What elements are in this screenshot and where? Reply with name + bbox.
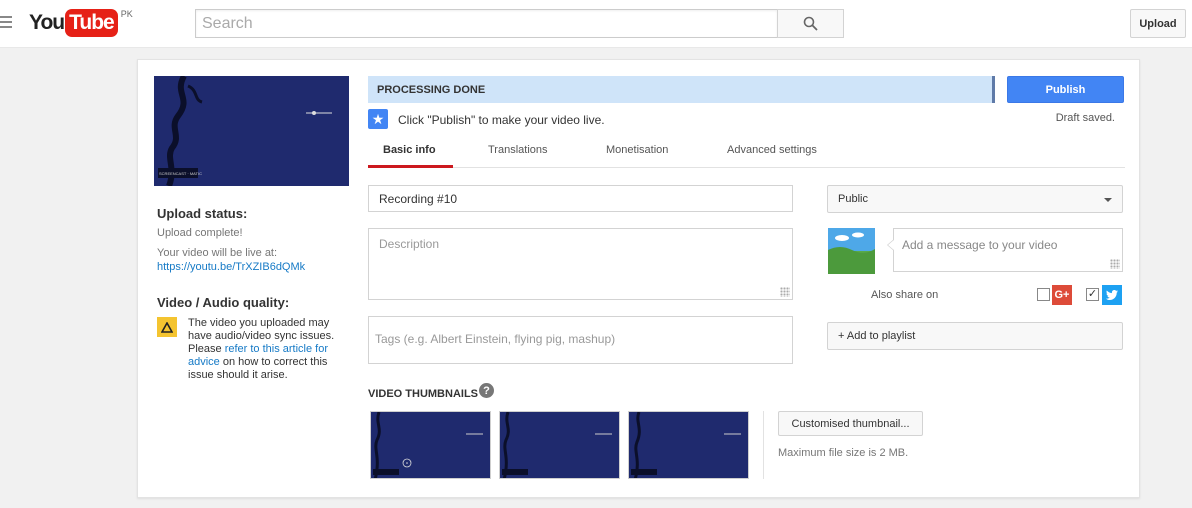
quality-title: Video / Audio quality: [157, 295, 290, 310]
upload-card: SCREENCAST · MATIC Upload status: Upload… [137, 59, 1140, 498]
upload-status-text: Upload complete! [157, 227, 243, 239]
thumbnail-divider [763, 411, 764, 479]
publish-hint-text: Click "Publish" to make your video live. [398, 113, 605, 127]
video-preview[interactable]: SCREENCAST · MATIC [154, 76, 349, 186]
active-tab-indicator [368, 165, 453, 168]
quality-warning: The video you uploaded may have audio/vi… [157, 317, 337, 397]
thumbnail-option-1[interactable] [370, 411, 491, 479]
warning-text: The video you uploaded may have audio/vi… [188, 317, 338, 382]
upload-status-title: Upload status: [157, 206, 248, 221]
tags-placeholder: Tags (e.g. Albert Einstein, flying pig, … [375, 332, 616, 346]
search-icon [803, 16, 818, 31]
twitter-icon [1102, 285, 1122, 305]
thumbnail-option-2[interactable] [499, 411, 620, 479]
draft-saved-text: Draft saved. [1055, 112, 1115, 124]
description-field[interactable]: Description [368, 228, 793, 300]
title-value: Recording #10 [379, 192, 458, 206]
title-field[interactable]: Recording #10 [368, 185, 793, 212]
add-to-playlist-button[interactable]: + Add to playlist [827, 322, 1123, 350]
privacy-dropdown[interactable]: Public [827, 185, 1123, 213]
max-file-size-text: Maximum file size is 2 MB. [778, 447, 909, 459]
thumbnails-title: VIDEO THUMBNAILS [368, 388, 478, 400]
thumbnail-option-3[interactable] [628, 411, 749, 479]
tab-advanced-settings[interactable]: Advanced settings [727, 144, 817, 156]
video-url-link[interactable]: https://youtu.be/TrXZIB6dQMk [157, 261, 337, 273]
masthead: You Tube PK Upload [0, 0, 1192, 48]
help-icon[interactable]: ? [479, 383, 494, 398]
publish-button[interactable]: Publish [1007, 76, 1124, 103]
processing-status-bar: PROCESSING DONE [368, 76, 995, 103]
logo-text-tube: Tube [65, 9, 118, 37]
tab-monetisation[interactable]: Monetisation [606, 144, 668, 156]
search-input[interactable] [196, 10, 777, 37]
processing-status-text: PROCESSING DONE [377, 84, 486, 96]
share-message-placeholder: Add a message to your video [902, 238, 1058, 252]
share-label: Also share on [871, 289, 939, 301]
search-button[interactable] [777, 9, 844, 38]
share-message-field[interactable]: Add a message to your video [887, 228, 1123, 272]
twitter-share-checkbox[interactable]: ✓ [1086, 288, 1099, 301]
youtube-logo[interactable]: You Tube PK [29, 9, 133, 37]
live-at-text: Your video will be live at: [157, 247, 278, 259]
tags-field[interactable]: Tags (e.g. Albert Einstein, flying pig, … [368, 316, 793, 364]
add-to-playlist-label: + Add to playlist [838, 330, 916, 342]
chevron-down-icon [1104, 198, 1112, 202]
tab-translations[interactable]: Translations [488, 144, 548, 156]
svg-text:SCREENCAST · MATIC: SCREENCAST · MATIC [159, 171, 202, 176]
edit-tabs: Basic info Translations Monetisation Adv… [368, 141, 1125, 168]
logo-text-you: You [29, 11, 65, 34]
customised-thumbnail-button[interactable]: Customised thumbnail... [778, 411, 923, 436]
google-plus-icon: G+ [1052, 285, 1072, 305]
gplus-share-checkbox[interactable] [1037, 288, 1050, 301]
quality-section: Video / Audio quality: [157, 295, 337, 310]
resize-handle-icon[interactable] [1110, 259, 1120, 269]
upload-button[interactable]: Upload [1130, 9, 1186, 38]
country-code: PK [120, 9, 133, 19]
search-box [195, 9, 778, 38]
guide-menu-icon[interactable] [0, 16, 12, 28]
warning-icon [157, 317, 177, 337]
star-icon: ★ [368, 109, 388, 129]
preview-frame-image: SCREENCAST · MATIC [158, 76, 332, 186]
channel-avatar [828, 228, 875, 274]
privacy-value: Public [838, 193, 868, 205]
resize-handle-icon[interactable] [780, 287, 790, 297]
upload-status-section: Upload status: Upload complete! Your vid… [157, 206, 337, 273]
tab-basic-info[interactable]: Basic info [383, 144, 436, 156]
description-placeholder: Description [379, 237, 440, 251]
